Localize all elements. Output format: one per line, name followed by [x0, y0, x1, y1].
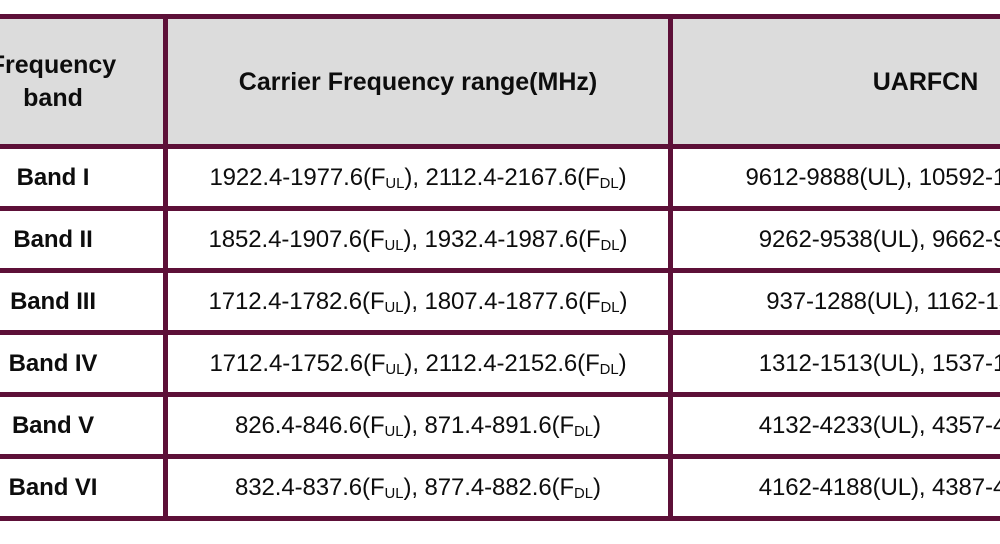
table-row: Band III 1712.4-1782.6(FUL), 1807.4-1877…	[0, 268, 1000, 335]
table-row: Band V 826.4-846.6(FUL), 871.4-891.6(FDL…	[0, 392, 1000, 459]
range-dl-subscript: DL	[599, 362, 619, 379]
range-dl-text: ), 871.4-891.6(F	[403, 411, 575, 439]
cell-uarfcn: 9612-9888(UL), 10592-10838(DL)	[668, 144, 1000, 211]
range-dl-subscript: DL	[600, 300, 620, 317]
cell-uarfcn: 937-1288(UL), 1162-1513(DL)	[668, 268, 1000, 335]
cell-band: Band V	[0, 392, 168, 459]
cell-carrier-frequency-range: 826.4-846.6(FUL), 871.4-891.6(FDL)	[163, 392, 673, 459]
range-dl-text: ), 877.4-882.6(F	[403, 473, 575, 501]
table-row: Band II 1852.4-1907.6(FUL), 1932.4-1987.…	[0, 206, 1000, 273]
column-header-carrier-frequency-range: Carrier Frequency range(MHz)	[163, 14, 673, 149]
range-dl-subscript: DL	[600, 238, 620, 255]
range-ul-text: 1712.4-1752.6(F	[209, 349, 386, 377]
range-ul-subscript: UL	[384, 300, 404, 317]
table-viewport: Frequency band Carrier Frequency range(M…	[0, 0, 1000, 544]
table-body: Band I 1922.4-1977.6(FUL), 2112.4-2167.6…	[0, 144, 1000, 521]
cell-uarfcn: 1312-1513(UL), 1537-1738(DL)	[668, 330, 1000, 397]
range-closing-paren: )	[619, 287, 628, 315]
range-ul-subscript: UL	[384, 238, 404, 255]
cell-uarfcn: 9262-9538(UL), 9662-9938(DL)	[668, 206, 1000, 273]
range-closing-paren: )	[593, 411, 601, 439]
range-dl-text: ), 2112.4-2152.6(F	[404, 349, 600, 377]
frequency-band-table: Frequency band Carrier Frequency range(M…	[0, 14, 1000, 521]
range-ul-text: 1922.4-1977.6(F	[209, 163, 386, 191]
range-dl-subscript: DL	[599, 176, 619, 193]
cell-carrier-frequency-range: 1712.4-1782.6(FUL), 1807.4-1877.6(FDL)	[163, 268, 673, 335]
range-closing-paren: )	[593, 473, 601, 501]
cell-band: Band III	[0, 268, 168, 335]
table-row: Band I 1922.4-1977.6(FUL), 2112.4-2167.6…	[0, 144, 1000, 211]
column-header-uarfcn: UARFCN	[668, 14, 1000, 149]
table-scroll-container: Frequency band Carrier Frequency range(M…	[0, 14, 1000, 521]
range-ul-subscript: UL	[385, 176, 405, 193]
range-dl-subscript: DL	[574, 486, 594, 503]
cell-carrier-frequency-range: 1712.4-1752.6(FUL), 2112.4-2152.6(FDL)	[163, 330, 673, 397]
table-header: Frequency band Carrier Frequency range(M…	[0, 14, 1000, 149]
cell-uarfcn: 4162-4188(UL), 4387-4413(DL)	[668, 454, 1000, 521]
range-ul-text: 826.4-846.6(F	[235, 411, 385, 439]
cell-carrier-frequency-range: 1852.4-1907.6(FUL), 1932.4-1987.6(FDL)	[163, 206, 673, 273]
range-dl-text: ), 2112.4-2167.6(F	[404, 163, 600, 191]
range-ul-subscript: UL	[384, 424, 404, 441]
range-dl-text: ), 1932.4-1987.6(F	[403, 225, 601, 253]
cell-band: Band I	[0, 144, 168, 211]
range-ul-subscript: UL	[385, 362, 405, 379]
cell-band: Band II	[0, 206, 168, 273]
column-header-frequency-band: Frequency band	[0, 14, 168, 149]
cell-uarfcn: 4132-4233(UL), 4357-4458(DL)	[668, 392, 1000, 459]
range-dl-subscript: DL	[574, 424, 594, 441]
range-closing-paren: )	[618, 163, 627, 191]
table-row: Band IV 1712.4-1752.6(FUL), 2112.4-2152.…	[0, 330, 1000, 397]
cell-carrier-frequency-range: 832.4-837.6(FUL), 877.4-882.6(FDL)	[163, 454, 673, 521]
cell-band: Band VI	[0, 454, 168, 521]
range-ul-text: 1712.4-1782.6(F	[208, 287, 385, 315]
cell-carrier-frequency-range: 1922.4-1977.6(FUL), 2112.4-2167.6(FDL)	[163, 144, 673, 211]
range-closing-paren: )	[618, 349, 627, 377]
table-row: Band VI 832.4-837.6(FUL), 877.4-882.6(FD…	[0, 454, 1000, 521]
range-ul-text: 832.4-837.6(F	[235, 473, 385, 501]
range-closing-paren: )	[619, 225, 628, 253]
range-dl-text: ), 1807.4-1877.6(F	[403, 287, 601, 315]
table-header-row: Frequency band Carrier Frequency range(M…	[0, 14, 1000, 149]
cell-band: Band IV	[0, 330, 168, 397]
range-ul-text: 1852.4-1907.6(F	[208, 225, 385, 253]
range-ul-subscript: UL	[384, 486, 404, 503]
